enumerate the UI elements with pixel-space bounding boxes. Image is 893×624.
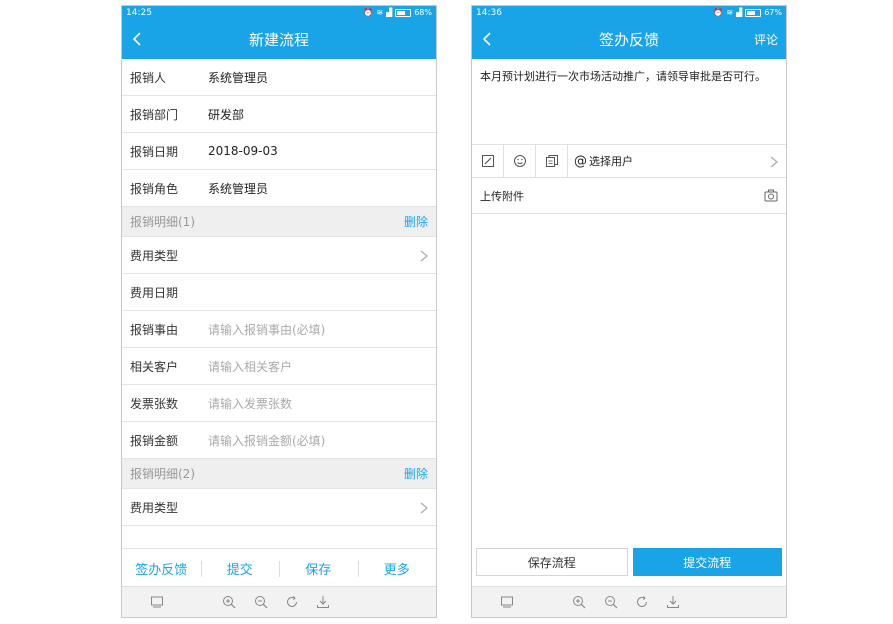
battery-icon — [395, 8, 412, 17]
field-label: 报销日期 — [130, 144, 179, 159]
action-bar: 签办反馈 提交 保存 更多 — [122, 548, 436, 587]
wifi-icon: ≋ — [376, 7, 384, 17]
submit-button[interactable]: 提交 — [200, 559, 280, 578]
detail-section-header-1: 报销明细(1) 删除 — [122, 207, 436, 237]
keyboard-icon[interactable] — [500, 595, 514, 609]
field-value: 系统管理员 — [208, 181, 269, 196]
battery-icon — [745, 8, 762, 17]
edit-button[interactable] — [472, 144, 504, 178]
zoom-out-icon[interactable] — [604, 595, 618, 609]
zoom-in-icon[interactable] — [572, 595, 586, 609]
expense-date-field[interactable]: 费用日期 — [122, 274, 436, 311]
select-user-button[interactable]: @ 选择用户 — [568, 153, 633, 169]
upload-attachment-row[interactable]: 上传附件 — [472, 178, 786, 214]
upload-label: 上传附件 — [480, 189, 524, 203]
save-flow-button[interactable]: 保存流程 — [476, 548, 628, 576]
field-label: 报销事由 — [130, 322, 179, 337]
sign-feedback-screen: 14:36 ⏰ ≋ ▟ 67% 签办反馈 评论 本月预计划进行一次市场活动推广，… — [471, 5, 787, 618]
smiley-icon — [513, 155, 526, 167]
title-bar: 新建流程 — [122, 19, 436, 59]
status-bar: 14:25 ⏰ ≋ ▟ 68% — [122, 6, 436, 19]
page-title: 签办反馈 — [598, 30, 659, 49]
new-process-screen: 14:25 ⏰ ≋ ▟ 68% 新建流程 报销人 系统管理员 报销部门 研发部 … — [121, 5, 437, 618]
camera-icon[interactable] — [764, 189, 778, 202]
signal-icon: ▟ — [736, 7, 743, 17]
form-buttons: 保存流程 提交流程 — [476, 548, 782, 576]
field-label: 费用类型 — [130, 500, 179, 515]
sign-feedback-button[interactable]: 签办反馈 — [122, 559, 201, 578]
back-arrow-icon[interactable] — [130, 31, 146, 47]
delete-detail-2-button[interactable]: 删除 — [404, 465, 428, 482]
invoice-count-placeholder: 请输入发票张数 — [208, 396, 293, 411]
viewer-toolbar — [122, 586, 436, 617]
field-label: 报销角色 — [130, 181, 179, 196]
alarm-icon: ⏰ — [713, 7, 724, 17]
field-value: 研发部 — [208, 107, 245, 122]
download-icon[interactable] — [316, 595, 330, 609]
detail-section-header-2: 报销明细(2) 删除 — [122, 459, 436, 489]
editor-toolbar: @ 选择用户 — [472, 144, 786, 178]
pencil-icon — [481, 155, 494, 167]
title-bar: 签办反馈 评论 — [472, 19, 786, 59]
battery-percent: 68% — [414, 8, 432, 17]
download-icon[interactable] — [666, 595, 680, 609]
customer-placeholder: 请输入相关客户 — [208, 359, 293, 374]
alarm-icon: ⏰ — [363, 7, 374, 17]
keyboard-icon[interactable] — [150, 595, 164, 609]
battery-percent: 67% — [764, 8, 782, 17]
comment-button[interactable]: 评论 — [754, 31, 778, 48]
field-value: 系统管理员 — [208, 70, 269, 85]
template-button[interactable] — [536, 144, 568, 178]
chevron-right-icon — [420, 502, 428, 514]
save-button[interactable]: 保存 — [279, 559, 358, 578]
feedback-textarea[interactable]: 本月预计划进行一次市场活动推广，请领导审批是否可行。 — [472, 59, 786, 145]
reason-placeholder: 请输入报销事由(必填) — [208, 322, 326, 337]
document-copy-icon — [545, 155, 558, 167]
status-bar: 14:36 ⏰ ≋ ▟ 67% — [472, 6, 786, 19]
customer-input[interactable]: 相关客户 请输入相关客户 — [122, 348, 436, 385]
at-icon: @ — [574, 153, 587, 169]
field-label: 报销人 — [130, 70, 167, 85]
status-time: 14:25 — [126, 7, 152, 18]
field-label: 发票张数 — [130, 396, 179, 411]
field-value: 2018-09-03 — [208, 144, 278, 158]
amount-input[interactable]: 报销金额 请输入报销金额(必填) — [122, 422, 436, 459]
submit-flow-button[interactable]: 提交流程 — [632, 548, 782, 576]
expense-type-select-2[interactable]: 费用类型 — [122, 489, 436, 526]
section-title: 报销明细(2) — [130, 467, 195, 481]
status-time: 14:36 — [476, 7, 502, 18]
field-date: 报销日期 2018-09-03 — [122, 133, 436, 170]
zoom-in-icon[interactable] — [222, 595, 236, 609]
signal-icon: ▟ — [386, 7, 393, 17]
chevron-right-icon — [420, 250, 428, 262]
field-label: 费用类型 — [130, 248, 179, 263]
zoom-out-icon[interactable] — [254, 595, 268, 609]
select-user-label: 选择用户 — [589, 155, 633, 168]
invoice-count-input[interactable]: 发票张数 请输入发票张数 — [122, 385, 436, 422]
wifi-icon: ≋ — [726, 7, 734, 17]
chevron-right-icon — [770, 156, 778, 168]
refresh-icon[interactable] — [635, 595, 649, 609]
field-department: 报销部门 研发部 — [122, 96, 436, 133]
refresh-icon[interactable] — [285, 595, 299, 609]
back-arrow-icon[interactable] — [480, 31, 496, 47]
expense-type-select[interactable]: 费用类型 — [122, 237, 436, 274]
applicant-info: 报销人 系统管理员 报销部门 研发部 报销日期 2018-09-03 报销角色 … — [122, 59, 436, 207]
page-title: 新建流程 — [248, 30, 309, 49]
section-title: 报销明细(1) — [130, 215, 195, 229]
field-applicant: 报销人 系统管理员 — [122, 59, 436, 96]
viewer-toolbar — [472, 586, 786, 617]
amount-placeholder: 请输入报销金额(必填) — [208, 433, 326, 448]
field-label: 报销部门 — [130, 107, 179, 122]
delete-detail-1-button[interactable]: 删除 — [404, 213, 428, 230]
field-label: 报销金额 — [130, 433, 179, 448]
more-button[interactable]: 更多 — [357, 559, 437, 578]
field-role: 报销角色 系统管理员 — [122, 170, 436, 207]
field-label: 费用日期 — [130, 285, 179, 300]
field-label: 相关客户 — [130, 359, 179, 374]
reason-input[interactable]: 报销事由 请输入报销事由(必填) — [122, 311, 436, 348]
emoji-button[interactable] — [504, 144, 536, 178]
